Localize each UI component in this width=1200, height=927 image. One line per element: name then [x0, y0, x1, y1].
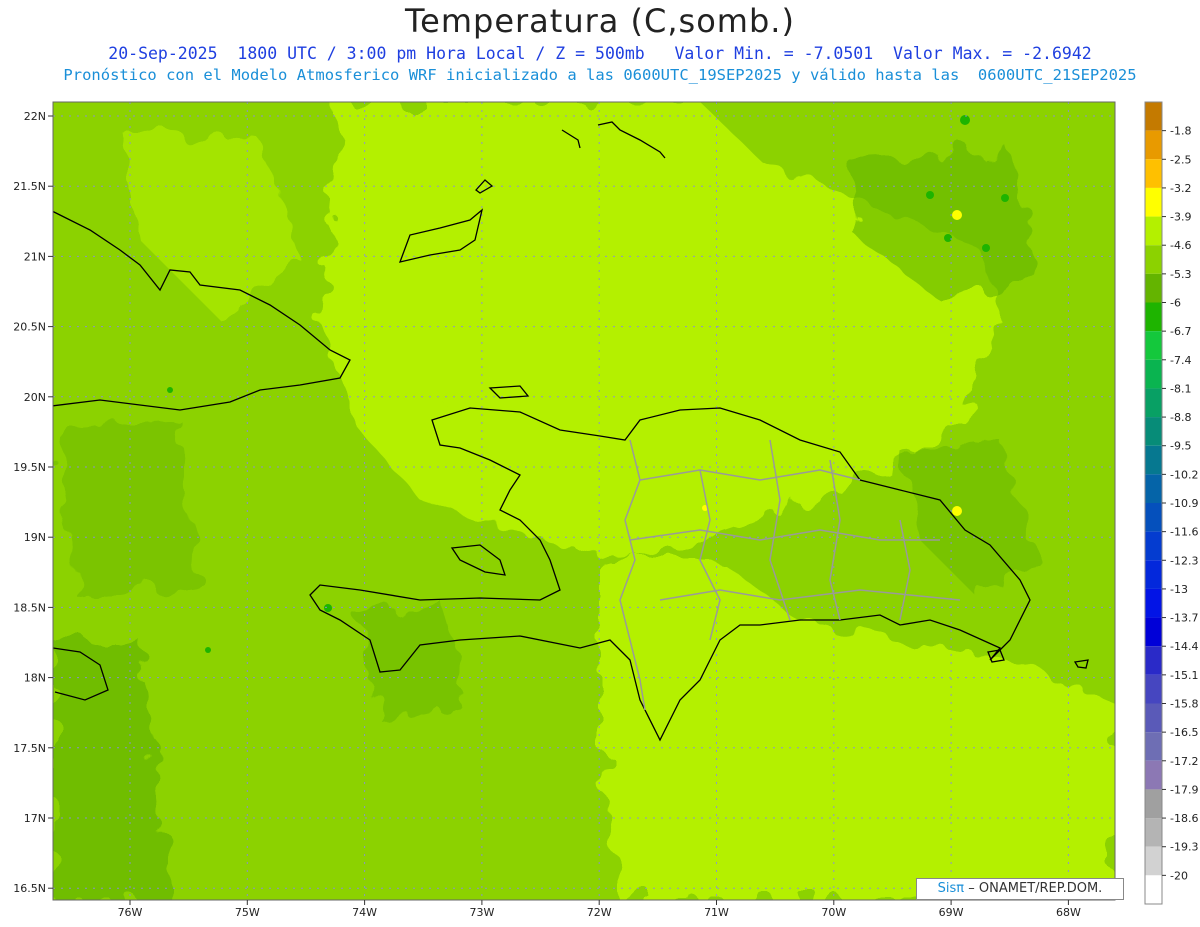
- colorbar-label: -3.9: [1170, 211, 1191, 224]
- lat-label: 17N: [24, 812, 46, 825]
- colorbar-label: -10.9: [1170, 497, 1198, 510]
- longitude-labels: 76W 75W 74W 73W 72W 71W 70W 69W 68W: [118, 900, 1081, 919]
- colorbar-label: -17.9: [1170, 783, 1198, 796]
- colorbar-swatch: [1145, 187, 1162, 217]
- colorbar-swatch: [1145, 531, 1162, 561]
- lat-label: 16.5N: [13, 882, 46, 895]
- colorbar-swatch: [1145, 130, 1162, 160]
- lat-label: 21.5N: [13, 180, 46, 193]
- colorbar-swatch: [1145, 703, 1162, 733]
- colorbar-label: -7.4: [1170, 354, 1191, 367]
- lon-label: 72W: [587, 906, 612, 919]
- colorbar-swatch: [1145, 159, 1162, 188]
- colorbar-label: -15.1: [1170, 669, 1198, 682]
- lon-label: 71W: [704, 906, 729, 919]
- lat-label: 17.5N: [13, 742, 46, 755]
- colorbar-label: -4.6: [1170, 239, 1191, 252]
- colorbar-swatch: [1145, 560, 1162, 589]
- colorbar-label: -8.1: [1170, 382, 1191, 395]
- colorbar-swatch: [1145, 588, 1162, 618]
- colorbar-label: -14.4: [1170, 640, 1198, 653]
- lat-label: 20N: [24, 391, 46, 404]
- cool-spot: [982, 244, 990, 252]
- colorbar-label: -16.5: [1170, 726, 1198, 739]
- colorbar-swatch: [1145, 331, 1162, 360]
- credit-text: – ONAMET/REP.DOM.: [968, 881, 1103, 896]
- colorbar-label: -19.3: [1170, 841, 1198, 854]
- lat-label: 20.5N: [13, 321, 46, 334]
- lat-label: 18N: [24, 672, 46, 685]
- colorbar-swatch: [1145, 474, 1162, 503]
- cool-spot: [1001, 194, 1009, 202]
- colorbar-label: -6.7: [1170, 325, 1191, 338]
- colorbar: -1.8 -2.5 -3.2 -3.9 -4.6 -5.3 -6 -6.7 -7.4 -8.1 -8…: [1144, 101, 1198, 905]
- colorbar-label: -10.2: [1170, 468, 1198, 481]
- colorbar-label: -17.2: [1170, 755, 1198, 768]
- colorbar-swatch: [1145, 646, 1162, 675]
- colorbar-label: -18.6: [1170, 812, 1198, 825]
- colorbar-label: -2.5: [1170, 153, 1191, 166]
- cool-spot: [205, 647, 211, 653]
- colorbar-swatch: [1145, 302, 1162, 332]
- colorbar-swatch: [1145, 617, 1162, 647]
- colorbar-label: -11.6: [1170, 526, 1198, 539]
- colorbar-label: -13: [1170, 583, 1188, 596]
- sispi-logo-text: Sisπ: [937, 881, 965, 896]
- colorbar-swatch: [1145, 445, 1162, 475]
- cool-spot: [926, 191, 934, 199]
- colorbar-label: -12.3: [1170, 554, 1198, 567]
- colorbar-swatch: [1145, 245, 1162, 274]
- lat-label: 19N: [24, 531, 46, 544]
- colorbar-label: -15.8: [1170, 698, 1198, 711]
- colorbar-swatch: [1145, 102, 1162, 131]
- colorbar-label: -9.5: [1170, 440, 1191, 453]
- colorbar-swatch: [1145, 846, 1162, 876]
- cool-spot: [167, 387, 173, 393]
- lon-label: 73W: [469, 906, 494, 919]
- colorbar-label: -6: [1170, 297, 1181, 310]
- colorbar-label: -5.3: [1170, 268, 1191, 281]
- colorbar-swatch: [1145, 273, 1162, 303]
- lon-label: 68W: [1056, 906, 1081, 919]
- lat-label: 22N: [24, 110, 46, 123]
- colorbar-swatch: [1145, 503, 1162, 532]
- lat-label: 19.5N: [13, 461, 46, 474]
- credit-box: Sisπ – ONAMET/REP.DOM.: [916, 878, 1124, 900]
- colorbar-swatch: [1145, 216, 1162, 246]
- temperature-map: 22N 21.5N 21N 20.5N 20N 19.5N 19N 18.5N 18N 17.5N…: [13, 101, 1198, 919]
- lon-label: 76W: [118, 906, 143, 919]
- colorbar-swatch: [1145, 760, 1162, 790]
- cool-spot: [324, 604, 332, 612]
- colorbar-swatch: [1145, 674, 1162, 704]
- colorbar-label: -20: [1170, 869, 1188, 882]
- lon-label: 69W: [939, 906, 964, 919]
- colorbar-swatch: [1145, 818, 1162, 847]
- colorbar-swatch: [1145, 359, 1162, 389]
- lat-label: 18.5N: [13, 601, 46, 614]
- colorbar-label: -1.8: [1170, 125, 1191, 138]
- colorbar-swatch: [1145, 732, 1162, 761]
- colorbar-label: -3.2: [1170, 182, 1191, 195]
- warm-spot: [952, 210, 962, 220]
- colorbar-label: -13.7: [1170, 612, 1198, 625]
- colorbar-swatch: [1145, 875, 1162, 904]
- colorbar-label: -8.8: [1170, 411, 1191, 424]
- lon-label: 70W: [821, 906, 846, 919]
- colorbar-swatch: [1145, 789, 1162, 819]
- colorbar-swatch: [1145, 417, 1162, 446]
- warm-spot: [952, 506, 962, 516]
- colorbar-swatch: [1145, 388, 1162, 418]
- lat-label: 21N: [24, 250, 46, 263]
- lon-label: 74W: [352, 906, 377, 919]
- latitude-labels: 22N 21.5N 21N 20.5N 20N 19.5N 19N 18.5N 18N 17.5N…: [13, 110, 53, 895]
- lon-label: 75W: [235, 906, 260, 919]
- map-field: [53, 102, 1115, 900]
